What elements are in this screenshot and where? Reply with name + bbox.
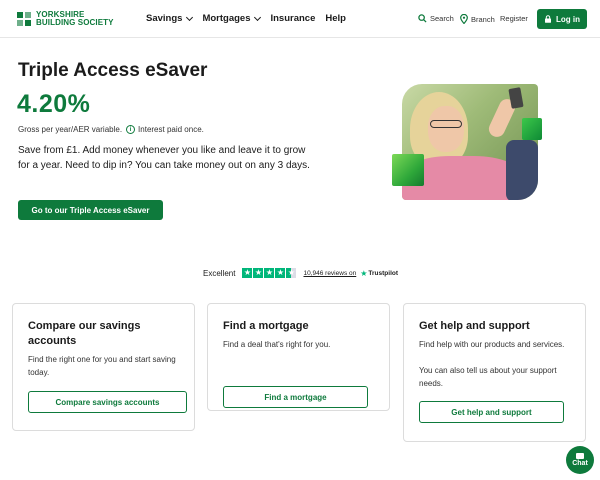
logo-text: YORKSHIRE BUILDING SOCIETY: [36, 10, 114, 27]
nav-item-help[interactable]: Help: [325, 13, 346, 24]
card-body: Find a deal that's right for you.: [223, 340, 331, 349]
brand-logo[interactable]: YORKSHIRE BUILDING SOCIETY: [17, 11, 114, 27]
card-title: Compare our savings accounts: [28, 320, 141, 347]
lock-icon: [545, 15, 551, 23]
card-compare-savings: Compare our savings accounts Find the ri…: [12, 303, 195, 431]
page-title: Triple Access eSaver: [18, 60, 208, 81]
card-help-support: Get help and support Find help with our …: [403, 303, 586, 442]
chat-button[interactable]: Chat: [566, 446, 594, 474]
nav-item-mortgages[interactable]: Mortgages: [202, 13, 262, 24]
green-cube-decoration: [392, 154, 424, 186]
branch-link[interactable]: Branch: [460, 14, 495, 24]
card-find-mortgage: Find a mortgage Find a deal that's right…: [207, 303, 390, 411]
login-button[interactable]: Log in: [537, 9, 587, 29]
product-description: Save from £1. Add money whenever you lik…: [18, 145, 310, 171]
compare-savings-button[interactable]: Compare savings accounts: [28, 391, 187, 413]
aer-text: Gross per year/AER variable.: [18, 125, 123, 134]
trustpilot-widget[interactable]: Excellent ★ ★ ★ ★ ★ 10,946 reviews on ★ …: [203, 268, 398, 278]
trustpilot-star-icon: ★: [360, 268, 368, 278]
interest-text: Interest paid once.: [138, 125, 204, 134]
star-icon: ★: [253, 268, 264, 278]
card-body-secondary: You can also tell us about your support …: [419, 366, 557, 388]
card-body: Find the right one for you and start sav…: [28, 355, 176, 377]
card-title: Get help and support: [419, 320, 530, 332]
logo-mark-icon: [17, 12, 31, 26]
search-link[interactable]: Search: [418, 14, 454, 23]
find-mortgage-button[interactable]: Find a mortgage: [223, 386, 368, 408]
trustpilot-logo: ★ Trustpilot: [360, 268, 399, 278]
chevron-down-icon: [186, 13, 194, 21]
help-support-button[interactable]: Get help and support: [419, 401, 564, 423]
nav-item-savings[interactable]: Savings: [146, 13, 194, 24]
star-icon: ★: [264, 268, 275, 278]
interest-rate: 4.20%: [17, 90, 91, 118]
info-icon[interactable]: i: [126, 125, 136, 134]
star-icon: ★: [275, 268, 286, 278]
product-cta-button[interactable]: Go to our Triple Access eSaver: [18, 200, 163, 220]
star-icon: ★: [242, 268, 253, 278]
site-header: YORKSHIRE BUILDING SOCIETY Savings Mortg…: [0, 0, 600, 38]
nav-item-insurance[interactable]: Insurance: [270, 13, 315, 24]
card-body: Find help with our products and services…: [419, 340, 565, 349]
search-icon: [418, 14, 427, 23]
location-pin-icon: [460, 14, 468, 24]
rate-details: Gross per year/AER variable. i Interest …: [18, 125, 204, 134]
trustpilot-stars: ★ ★ ★ ★ ★: [242, 268, 297, 278]
trustpilot-reviews-link[interactable]: 10,946 reviews on: [303, 270, 356, 277]
half-star-icon: ★: [286, 268, 297, 278]
hero-image: [390, 78, 545, 203]
trustpilot-rating-word: Excellent: [203, 268, 236, 278]
chat-icon: [576, 453, 584, 459]
card-title: Find a mortgage: [223, 320, 309, 332]
green-cube-decoration: [522, 118, 542, 140]
chevron-down-icon: [254, 13, 262, 21]
register-link[interactable]: Register: [500, 14, 528, 23]
main-nav: Savings Mortgages Insurance Help: [146, 13, 356, 24]
